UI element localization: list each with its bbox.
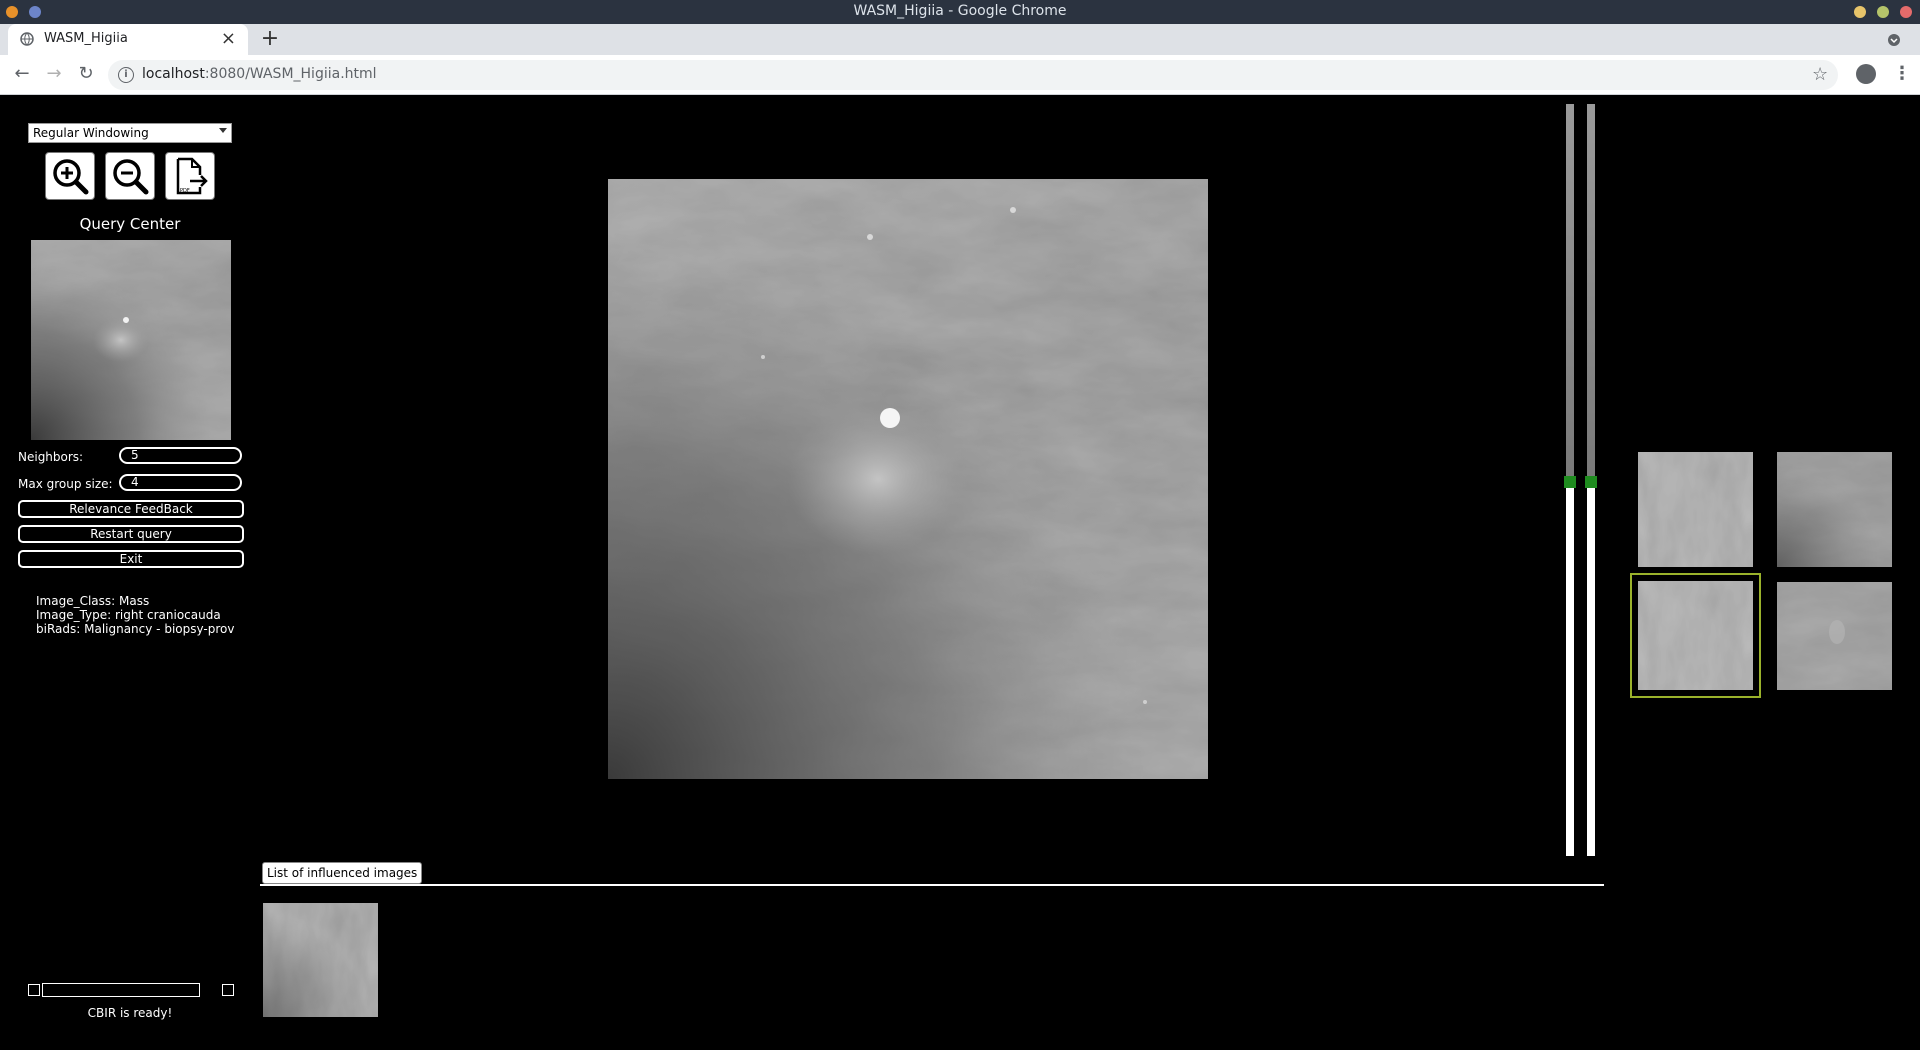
result-mammogram <box>1777 452 1892 567</box>
result-mammogram <box>1638 452 1753 567</box>
max-group-size-input[interactable]: 4 <box>119 474 242 491</box>
url-text: localhost:8080/WASM_Higiia.html <box>142 66 377 82</box>
window-width-track-upper <box>1587 104 1595 476</box>
window-level-slider[interactable] <box>1564 104 1576 856</box>
image-class-text: Image_Class: Mass <box>36 594 150 608</box>
maximize-button[interactable] <box>1877 6 1889 18</box>
zoom-out-icon <box>113 159 149 195</box>
birads-text: biRads: Malignancy - biopsy-prov <box>36 622 235 636</box>
window-width-track-lower <box>1587 488 1595 856</box>
chevron-down-icon <box>219 128 227 133</box>
profile-avatar-icon[interactable] <box>1856 64 1876 84</box>
globe-icon <box>20 32 34 46</box>
result-thumbnail-selected[interactable] <box>1630 573 1761 698</box>
query-center-title: Query Center <box>79 215 181 233</box>
zoom-in-button[interactable] <box>45 152 95 200</box>
window-level-track-upper <box>1566 104 1574 476</box>
influenced-image-thumbnail[interactable] <box>263 903 378 1017</box>
forward-icon[interactable]: → <box>42 62 66 86</box>
tab-strip <box>0 24 1920 55</box>
main-image-viewer[interactable] <box>608 179 1208 779</box>
tab-divider <box>260 884 1604 886</box>
restart-query-button[interactable]: Restart query <box>18 525 244 543</box>
windowing-select[interactable]: Regular Windowing <box>28 123 232 143</box>
window-width-handle[interactable] <box>1585 476 1597 488</box>
address-bar[interactable]: i localhost:8080/WASM_Higiia.html <box>108 60 1838 90</box>
status-text: CBIR is ready! <box>87 1006 173 1020</box>
zoom-in-icon <box>53 159 89 195</box>
bookmark-star-icon[interactable]: ☆ <box>1812 64 1828 85</box>
window-title: WASM_Higiia - Google Chrome <box>853 3 1067 19</box>
result-thumbnail[interactable] <box>1777 452 1892 567</box>
zoom-out-button[interactable] <box>105 152 155 200</box>
chrome-menu-icon[interactable]: ⋮ <box>1893 63 1911 84</box>
query-mammogram <box>31 240 231 440</box>
window-level-handle[interactable] <box>1564 476 1576 488</box>
progress-end-box <box>222 984 234 996</box>
result-thumbnail[interactable] <box>1638 452 1753 567</box>
main-mammogram <box>608 179 1208 779</box>
image-info: Image_Class: Mass Image_Type: right cran… <box>36 594 234 636</box>
windowing-select-value: Regular Windowing <box>33 126 149 140</box>
export-pdf-button[interactable]: PDF <box>165 152 215 200</box>
relevance-feedback-button[interactable]: Relevance FeedBack <box>18 500 244 518</box>
window-titlebar: WASM_Higiia - Google Chrome <box>0 0 1920 24</box>
export-pdf-icon: PDF <box>176 157 208 195</box>
site-info-icon[interactable]: i <box>118 67 134 83</box>
result-mammogram <box>1777 582 1892 690</box>
minimize-button[interactable] <box>1854 6 1866 18</box>
window-width-slider[interactable] <box>1585 104 1597 856</box>
browser-tab[interactable]: WASM_Higiia × <box>8 24 248 55</box>
influenced-mammogram <box>263 903 378 1017</box>
back-icon[interactable]: ← <box>10 62 34 86</box>
exit-button[interactable]: Exit <box>18 550 244 568</box>
new-tab-button[interactable]: + <box>256 25 284 53</box>
result-thumbnail[interactable] <box>1777 582 1892 690</box>
window-level-track-lower <box>1566 488 1574 856</box>
close-window-button[interactable] <box>1900 6 1912 18</box>
progress-start-box <box>28 984 40 996</box>
neighbors-input[interactable]: 5 <box>119 447 242 464</box>
neighbors-label: Neighbors: <box>18 450 84 464</box>
tab-influenced-images[interactable]: List of influenced images <box>262 862 423 884</box>
result-mammogram <box>1638 581 1753 690</box>
tab-search-icon[interactable] <box>1888 34 1900 46</box>
progress-bar <box>42 983 200 997</box>
query-center-image[interactable] <box>31 240 231 440</box>
tab-title: WASM_Higiia <box>44 31 128 46</box>
reload-icon[interactable]: ↻ <box>74 62 98 86</box>
max-group-size-label: Max group size: <box>18 477 113 491</box>
svg-text:PDF: PDF <box>180 188 190 194</box>
image-type-text: Image_Type: right craniocauda <box>36 608 221 622</box>
close-tab-icon[interactable]: × <box>221 28 236 49</box>
